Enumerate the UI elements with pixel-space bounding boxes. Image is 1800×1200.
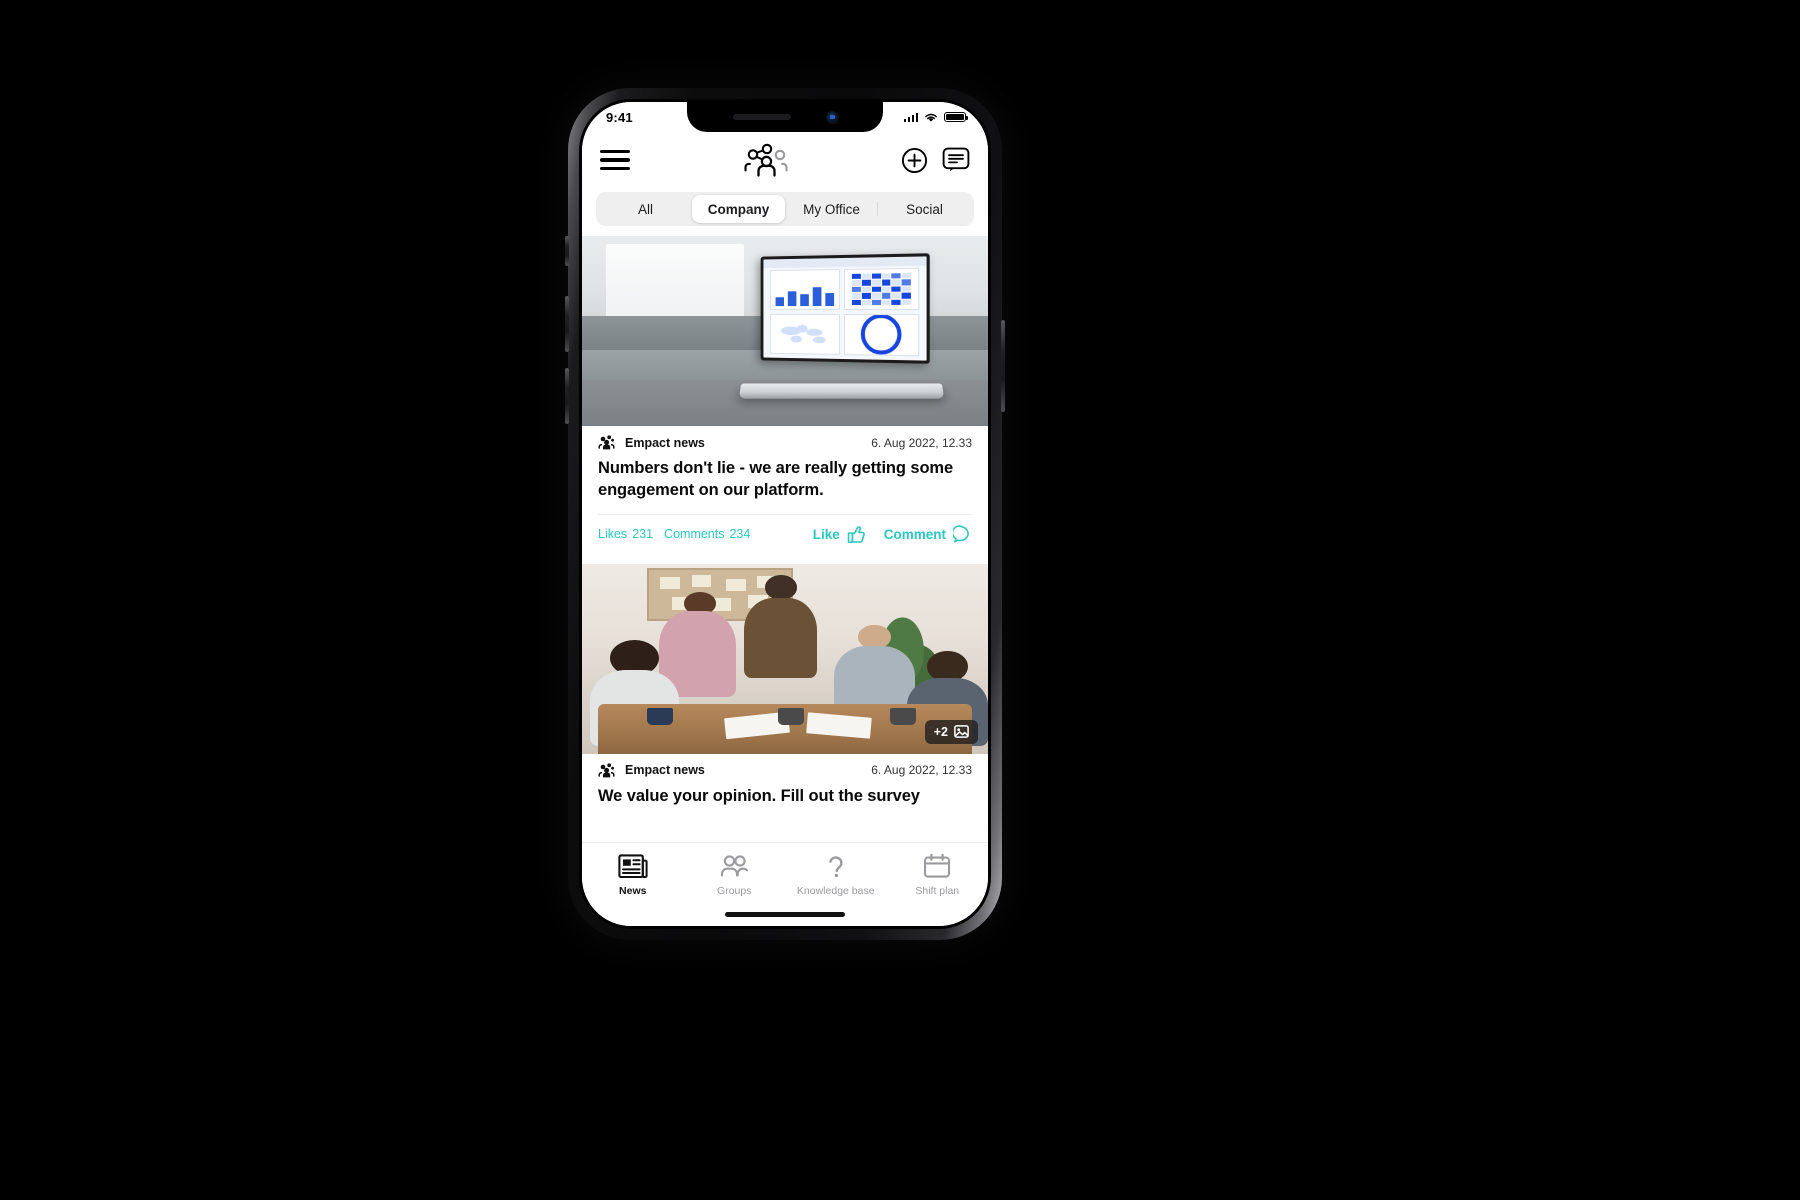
feed-post-card[interactable]: +2 Empact news 6. Aug 2022, 12.33 We val… <box>582 563 988 808</box>
nav-item-knowledge-base[interactable]: Knowledge base <box>785 853 887 897</box>
nav-item-shift-plan[interactable]: Shift plan <box>887 853 989 897</box>
newspaper-icon <box>618 854 648 879</box>
header-actions <box>901 147 970 174</box>
people-group-icon <box>721 855 749 877</box>
tab-social[interactable]: Social <box>878 195 971 223</box>
nav-item-groups[interactable]: Groups <box>684 853 786 897</box>
post-meta: Empact news 6. Aug 2022, 12.33 <box>582 754 988 780</box>
status-indicators <box>903 111 968 123</box>
calendar-icon <box>924 853 951 878</box>
images-stack-icon <box>954 725 969 738</box>
post-meta: Empact news 6. Aug 2022, 12.33 <box>582 426 988 452</box>
empact-people-logo-icon[interactable] <box>739 142 793 178</box>
app-header <box>582 132 988 188</box>
home-indicator[interactable] <box>725 912 845 917</box>
post-author-name: Empact news <box>625 435 705 450</box>
battery-full-icon <box>944 111 968 123</box>
silent-switch-button[interactable] <box>565 236 569 266</box>
post-media-team-meeting[interactable]: +2 <box>582 563 988 754</box>
tab-all[interactable]: All <box>599 195 692 223</box>
tab-my-office-label: My Office <box>803 201 860 217</box>
empact-group-avatar-icon <box>598 763 615 778</box>
post-action-buttons: Like Comment <box>813 525 972 544</box>
feed-filter-tabs: All Company My Office Social <box>582 188 988 236</box>
plus-circle-icon[interactable] <box>901 147 928 174</box>
power-button[interactable] <box>1001 320 1005 412</box>
device-bezel: 9:41 All Company My Office Social Empact… <box>579 99 991 929</box>
post-author-block: Empact news <box>598 435 705 450</box>
news-feed[interactable]: Empact news 6. Aug 2022, 12.33 Numbers d… <box>582 236 988 843</box>
comment-bubble-icon <box>953 525 969 543</box>
status-time: 9:41 <box>606 109 633 125</box>
phone-device-frame: 9:41 All Company My Office Social Empact… <box>565 88 1005 940</box>
hamburger-menu-icon[interactable] <box>600 150 630 170</box>
screenshot-root: 9:41 All Company My Office Social Empact… <box>0 0 1800 1200</box>
volume-up-button[interactable] <box>565 296 569 352</box>
meeting-table <box>598 704 972 754</box>
more-images-badge[interactable]: +2 <box>924 719 978 744</box>
comments-count: 234 <box>729 527 751 542</box>
front-camera-icon <box>826 111 838 123</box>
tab-company-label: Company <box>707 201 770 217</box>
post-actions-bar: Likes 231 Comments 234 Like Comment <box>598 513 972 556</box>
post-title[interactable]: Numbers don't lie - we are really gettin… <box>582 452 988 502</box>
thumbs-up-icon <box>847 526 865 543</box>
tab-company[interactable]: Company <box>692 195 785 223</box>
nav-item-news[interactable]: News <box>582 853 684 897</box>
segmented-control: All Company My Office Social <box>596 192 974 226</box>
tab-social-label: Social <box>906 201 943 217</box>
post-title[interactable]: We value your opinion. Fill out the surv… <box>582 780 988 808</box>
question-mark-icon <box>828 856 843 878</box>
comment-button-label: Comment <box>883 526 946 542</box>
like-button-label: Like <box>812 526 840 542</box>
post-counts: Likes 231 Comments 234 <box>598 527 750 541</box>
comments-count-group[interactable]: Comments 234 <box>664 527 750 541</box>
post-media-laptop-dashboard[interactable] <box>582 236 988 426</box>
nav-item-shift-plan-label: Shift plan <box>915 885 960 897</box>
nav-item-groups-label: Groups <box>717 885 752 897</box>
chat-bubble-icon[interactable] <box>942 147 970 173</box>
feed-post-card[interactable]: Empact news 6. Aug 2022, 12.33 Numbers d… <box>582 236 988 556</box>
phone-screen: 9:41 All Company My Office Social Empact… <box>582 102 988 926</box>
likes-label: Likes <box>598 527 628 542</box>
post-author-block: Empact news <box>598 763 705 778</box>
person-head <box>764 575 798 600</box>
volume-down-button[interactable] <box>565 368 569 424</box>
tab-my-office[interactable]: My Office <box>785 195 878 223</box>
nav-item-knowledge-base-label: Knowledge base <box>796 885 875 897</box>
like-button[interactable]: Like <box>813 525 866 544</box>
cellular-signal-icon <box>903 112 918 122</box>
post-date: 6. Aug 2022, 12.33 <box>871 763 972 778</box>
more-images-count: +2 <box>933 724 948 739</box>
empact-group-avatar-icon <box>598 435 615 450</box>
nav-item-news-label: News <box>619 885 647 897</box>
person-body <box>744 598 818 678</box>
post-author-name: Empact news <box>625 763 705 778</box>
likes-count-group[interactable]: Likes 231 <box>598 527 653 541</box>
laptop-illustration <box>739 253 945 403</box>
tab-all-label: All <box>637 201 653 217</box>
likes-count: 231 <box>632 527 654 542</box>
post-date: 6. Aug 2022, 12.33 <box>871 435 972 450</box>
device-notch <box>687 102 883 132</box>
comments-label: Comments <box>664 527 725 542</box>
earpiece-speaker-icon <box>732 114 791 120</box>
comment-button[interactable]: Comment <box>884 525 972 544</box>
wifi-icon <box>925 113 937 122</box>
bottom-navigation-bar: News Groups Knowledge base Shift plan <box>582 842 988 926</box>
